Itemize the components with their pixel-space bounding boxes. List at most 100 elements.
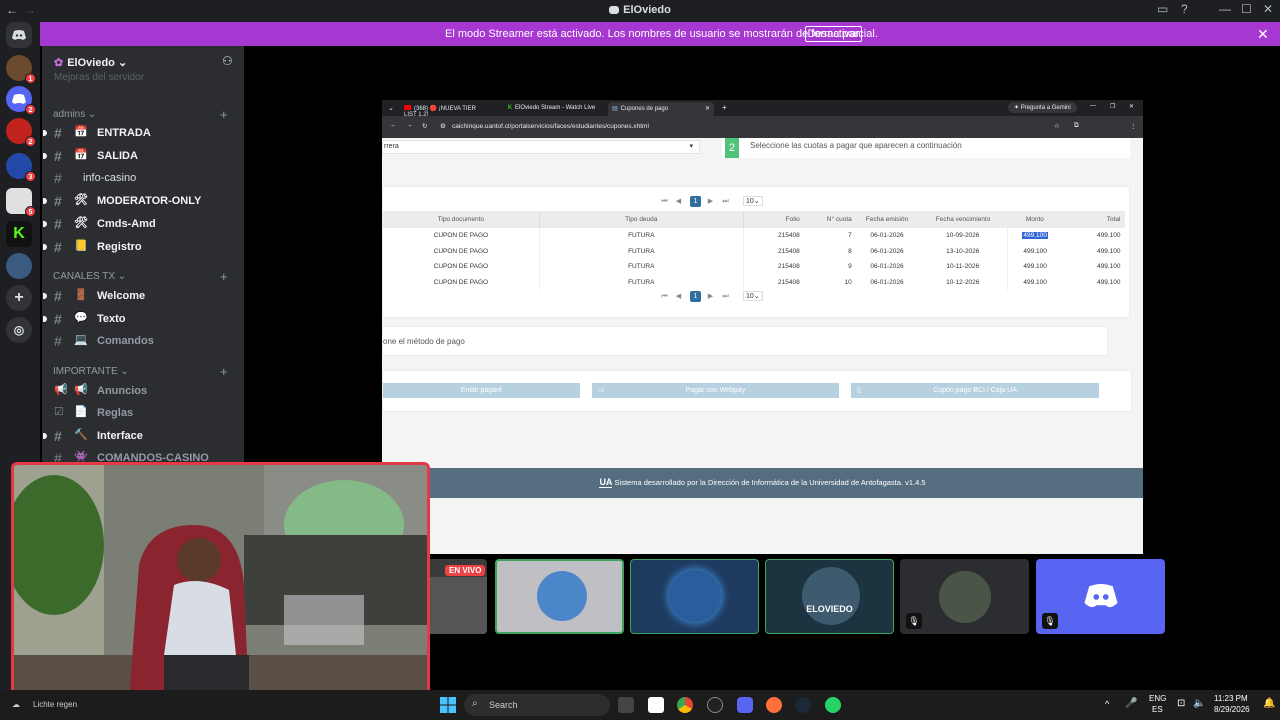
table-row[interactable]: CUPON DE PAGO FUTURA 215408 10 06-01-202… — [383, 274, 1125, 290]
next-page-icon[interactable]: ▶ — [705, 196, 716, 207]
server-icon-2[interactable]: 2 — [6, 86, 36, 115]
tab-search-icon[interactable]: ⌄ — [388, 104, 394, 112]
help-icon[interactable]: ? — [1181, 2, 1188, 16]
server-boosts-item[interactable]: Mejoras del servidor — [54, 72, 144, 83]
task-view-icon[interactable] — [618, 697, 634, 713]
url-field[interactable]: caichinque.uantof.cl/portalservicios/fac… — [452, 123, 649, 130]
participant-tile-4[interactable]: 🎙 — [900, 559, 1029, 634]
page-button[interactable]: 1 — [690, 291, 701, 302]
close-banner-icon[interactable]: ✕ — [1257, 26, 1269, 43]
participant-tile-2[interactable] — [630, 559, 759, 634]
channel-entrada[interactable]: # 📅 ENTRADA — [43, 123, 239, 143]
channel-comandos[interactable]: # 💻 Comandos — [54, 331, 239, 351]
server-icon-1[interactable]: 1 — [6, 55, 36, 84]
language-indicator[interactable]: ENG — [1149, 694, 1166, 703]
reload-icon[interactable]: ↻ — [422, 122, 427, 130]
table-row[interactable]: CUPON DE PAGO FUTURA 215408 9 06-01-2026… — [383, 259, 1125, 275]
tray-overflow-icon[interactable]: ^ — [1105, 699, 1109, 709]
channel-welcome[interactable]: # 🚪 Welcome — [43, 286, 239, 306]
network-icon[interactable]: ⊡ — [1177, 698, 1185, 709]
close-window-icon[interactable]: ✕ — [1263, 2, 1273, 16]
channel-interface[interactable]: # 🔨 Interface — [43, 426, 239, 446]
steam-icon[interactable] — [795, 697, 811, 713]
volume-icon[interactable]: 🔈 — [1193, 698, 1205, 709]
channel-info-casino[interactable]: # info-casino — [54, 168, 239, 188]
minimize-icon[interactable]: — — [1090, 103, 1096, 109]
server-icon-5[interactable]: 5 — [6, 188, 36, 217]
server-header[interactable]: ✿ ElOviedo ⌄ — [54, 56, 127, 69]
tab-youtube[interactable]: (368) 🔴 ¡NUEVA TIER LIST 1.2! — [400, 102, 490, 118]
whatsapp-icon[interactable] — [825, 697, 841, 713]
site-info-icon[interactable]: ⚙ — [440, 122, 446, 130]
prev-page-icon[interactable]: ◀ — [673, 196, 684, 207]
channel-cmds-amd[interactable]: # 🛠 Cmds-Amd — [43, 214, 239, 234]
extensions-icon[interactable]: ⧉ — [1074, 122, 1079, 130]
forward-icon[interactable]: → — [406, 122, 413, 129]
minimize-icon[interactable]: — — [1219, 2, 1231, 16]
star-icon[interactable]: ☆ — [1054, 122, 1060, 130]
channel-reglas[interactable]: ☑ 📄 Reglas — [54, 403, 239, 423]
next-page-icon[interactable]: ▶ — [705, 291, 716, 302]
gemini-button[interactable]: ✦ Pregunta a Gemini — [1008, 102, 1077, 113]
page-size-select[interactable]: 10⌄ — [743, 291, 763, 301]
server-icon-7[interactable] — [6, 253, 32, 279]
close-tab-icon[interactable]: ✕ — [705, 105, 710, 112]
add-channel-icon[interactable]: + — [220, 269, 228, 284]
channel-moderator-only[interactable]: # 🛠 MODERATOR-ONLY — [43, 191, 239, 211]
discover-icon[interactable]: ◎ — [6, 317, 32, 343]
add-server-icon[interactable]: + — [6, 285, 32, 311]
server-icon-4[interactable]: 3 — [6, 153, 36, 182]
notifications-icon[interactable]: 🔔 — [1263, 698, 1275, 709]
clock-time[interactable]: 11:23 PM — [1214, 694, 1248, 703]
category-canales-tx[interactable]: CANALES TX ⌄ + — [53, 269, 228, 284]
last-page-icon[interactable]: ⏭ — [720, 291, 731, 302]
first-page-icon[interactable]: ⏮ — [659, 291, 670, 302]
direct-messages-icon[interactable] — [6, 22, 32, 48]
table-row[interactable]: CUPON DE PAGO FUTURA 215408 7 06-01-2026… — [383, 228, 1125, 244]
microphone-icon[interactable]: 🎤 — [1125, 698, 1137, 709]
tab-kick[interactable]: K ElOviedo Stream - Watch Live — [504, 102, 602, 116]
obs-icon[interactable] — [707, 697, 723, 713]
category-importante[interactable]: IMPORTANTE ⌄ + — [53, 364, 228, 379]
emitir-pagare-button[interactable]: Emitir pagaré — [383, 383, 580, 398]
weather-text[interactable]: Lichte regen — [33, 700, 77, 709]
kick-server-icon[interactable]: K — [6, 221, 32, 247]
webpay-button[interactable]: ▭ Pagar con Webpay — [592, 383, 839, 398]
table-row[interactable]: CUPON DE PAGO FUTURA 215408 8 06-01-2026… — [383, 243, 1125, 259]
inbox-icon[interactable]: ▭ — [1157, 2, 1168, 16]
weather-icon[interactable]: ☁ — [12, 700, 20, 709]
discord-icon[interactable] — [737, 697, 753, 713]
app-icon[interactable] — [648, 697, 664, 713]
maximize-icon[interactable]: ☐ — [1241, 2, 1252, 16]
page-size-select[interactable]: 10⌄ — [743, 196, 763, 206]
participant-tile-3[interactable]: ELOVIEDO — [765, 559, 894, 634]
invite-people-icon[interactable]: ⚇ — [222, 54, 233, 68]
channel-texto[interactable]: # 💬 Texto — [43, 309, 239, 329]
participant-tile-1[interactable] — [495, 559, 624, 634]
chrome-icon[interactable] — [677, 697, 693, 713]
new-tab-icon[interactable]: + — [722, 103, 727, 112]
bci-coupon-button[interactable]: ▯ Cupón pago BCI / Caja UA — [851, 383, 1099, 398]
career-select[interactable]: rrera ▾ — [382, 140, 700, 154]
menu-icon[interactable]: ⋮ — [1130, 122, 1137, 130]
first-page-icon[interactable]: ⏮ — [659, 196, 670, 207]
firefox-icon[interactable] — [766, 697, 782, 713]
server-icon-3[interactable]: 2 — [6, 118, 36, 147]
back-icon[interactable]: ← — [390, 122, 397, 129]
channel-salida[interactable]: # 📅 SALIDA — [43, 146, 239, 166]
channel-registro[interactable]: # 📒 Registro — [43, 237, 239, 257]
taskbar-search[interactable]: ⌕ Search — [464, 694, 610, 716]
start-icon[interactable] — [440, 697, 456, 713]
close-icon[interactable]: ✕ — [1129, 103, 1134, 110]
add-channel-icon[interactable]: + — [220, 364, 228, 379]
page-button[interactable]: 1 — [690, 196, 701, 207]
tab-cupones[interactable]: ▤ Cupones de pago ✕ — [608, 102, 714, 116]
category-admins[interactable]: admins ⌄ + — [53, 107, 228, 122]
participant-tile-5[interactable]: 🎙 — [1036, 559, 1165, 634]
channel-anuncios[interactable]: 📢 📢 Anuncios — [54, 381, 239, 401]
add-channel-icon[interactable]: + — [220, 107, 228, 122]
maximize-icon[interactable]: ❐ — [1110, 103, 1115, 110]
disable-streamer-button[interactable]: Desactivar — [805, 26, 862, 42]
prev-page-icon[interactable]: ◀ — [673, 291, 684, 302]
last-page-icon[interactable]: ⏭ — [720, 196, 731, 207]
